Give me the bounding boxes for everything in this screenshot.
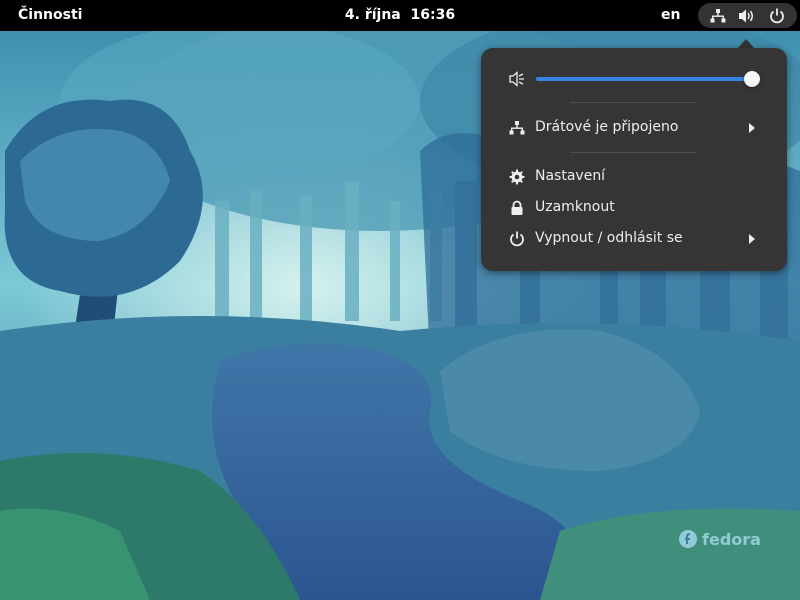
menu-item-settings[interactable]: Nastavení bbox=[481, 162, 787, 192]
system-status-area[interactable] bbox=[698, 3, 797, 28]
network-wired-icon bbox=[509, 121, 525, 135]
input-language-indicator[interactable]: en bbox=[661, 7, 680, 23]
volume-muted-icon[interactable] bbox=[509, 71, 525, 87]
volume-row bbox=[481, 66, 787, 92]
lock-icon bbox=[511, 200, 523, 215]
menu-item-power-off[interactable]: Vypnout / odhlásit se bbox=[481, 224, 787, 254]
menu-separator bbox=[570, 102, 696, 103]
power-icon bbox=[510, 231, 524, 247]
volume-slider-fill bbox=[536, 77, 752, 81]
volume-icon bbox=[739, 9, 754, 22]
menu-item-label: Drátové je připojeno bbox=[535, 119, 679, 135]
submenu-arrow-icon bbox=[749, 234, 755, 244]
fedora-watermark: fedora bbox=[678, 529, 761, 549]
volume-slider[interactable] bbox=[536, 71, 760, 87]
fedora-logo-icon bbox=[679, 530, 697, 548]
power-icon bbox=[769, 8, 784, 23]
network-wired-icon bbox=[710, 8, 726, 22]
menu-item-wired-connection[interactable]: Drátové je připojeno bbox=[481, 113, 787, 143]
clock-time: 16:36 bbox=[410, 7, 456, 23]
submenu-arrow-icon bbox=[749, 123, 755, 133]
menu-item-label: Vypnout / odhlásit se bbox=[535, 230, 683, 246]
menu-item-label: Nastavení bbox=[535, 168, 606, 184]
menu-item-lock[interactable]: Uzamknout bbox=[481, 193, 787, 223]
top-panel: Činnosti 4. října 16:36 en bbox=[0, 0, 800, 31]
volume-slider-handle[interactable] bbox=[744, 71, 760, 87]
fedora-wordmark: fedora bbox=[702, 529, 761, 549]
system-menu: Drátové je připojeno Nastavení Uzamknout bbox=[481, 48, 787, 271]
gear-icon bbox=[509, 169, 525, 185]
menu-item-label: Uzamknout bbox=[535, 199, 615, 215]
menu-separator bbox=[570, 152, 696, 153]
clock-date: 4. října bbox=[344, 7, 401, 23]
